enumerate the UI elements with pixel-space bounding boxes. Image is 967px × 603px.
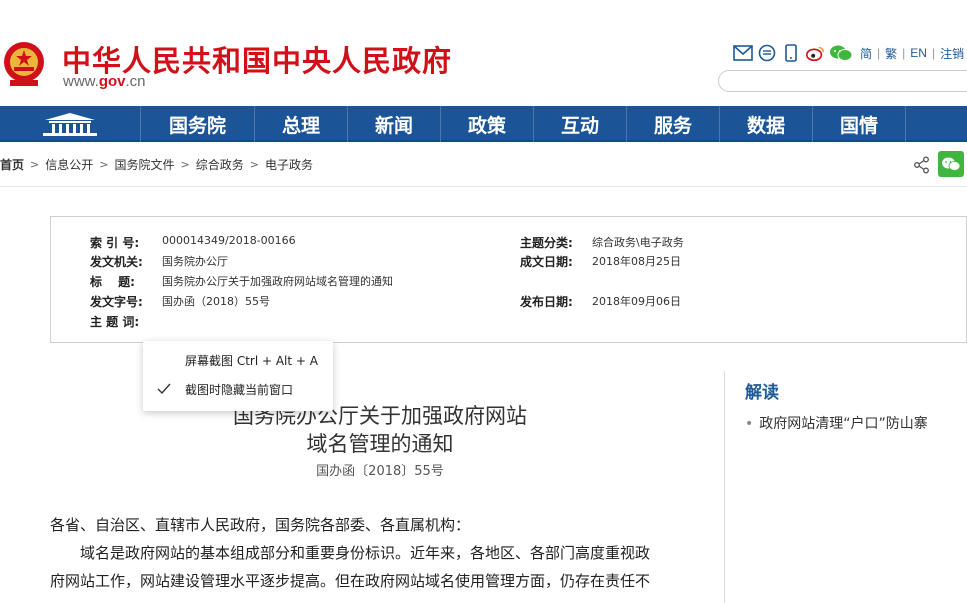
info-value-index: 000014349/2018-00166 (162, 234, 296, 247)
site-url: www.gov.cn (63, 73, 146, 90)
info-row-published: 发布日期: 2018年09月06日 (520, 293, 681, 310)
nav-national-info[interactable]: 国情 (813, 106, 906, 142)
chevron-right-icon: > (99, 158, 109, 171)
lang-traditional[interactable]: 繁 (885, 45, 897, 62)
chevron-right-icon: > (30, 158, 40, 171)
info-label-keywords: 主 题 词: (90, 315, 140, 329)
chat-icon[interactable] (757, 43, 777, 63)
info-label-published: 发布日期: (520, 295, 573, 309)
breadcrumb-home[interactable]: 首页 (0, 156, 24, 173)
info-row-title: 标 题: 国务院办公厅关于加强政府网站域名管理的通知 (90, 273, 393, 290)
menu-item-screenshot-label: 屏幕截图 Ctrl + Alt + A (185, 353, 318, 368)
info-label-issuer: 发文机关: (90, 255, 143, 269)
wechat-icon (942, 157, 961, 171)
site-header: 中华人民共和国中央人民政府 www.gov.cn 简 | 繁 | EN | 注销 (0, 0, 967, 106)
info-value-category: 综合政务\电子政务 (592, 236, 684, 249)
wechat-share-button[interactable] (938, 151, 964, 177)
wechat-icon[interactable] (829, 43, 853, 63)
header-tools: 简 | 繁 | EN | 注销 (733, 43, 964, 63)
info-value-created: 2018年08月25日 (592, 255, 681, 268)
interpretation-link-text: 政府网站清理“户口”防山寨 (759, 416, 928, 432)
mail-icon[interactable] (733, 43, 753, 63)
site-url-domain: gov (98, 73, 126, 90)
info-label-created: 成文日期: (520, 255, 573, 269)
info-label-docno: 发文字号: (90, 295, 143, 309)
nav-data[interactable]: 数据 (720, 106, 813, 142)
info-row-category: 主题分类: 综合政务\电子政务 (520, 234, 684, 251)
checkmark-icon (143, 383, 185, 395)
nav-services[interactable]: 服务 (627, 106, 720, 142)
lang-divider: | (902, 46, 906, 60)
mobile-icon[interactable] (781, 43, 801, 63)
breadcrumb-e-government[interactable]: 电子政务 (265, 156, 313, 173)
info-label-index: 索 引 号: (90, 236, 140, 250)
breadcrumb-general-affairs[interactable]: 综合政务 (196, 156, 244, 173)
article-greeting: 各省、自治区、直辖市人民政府，国务院各部委、各直属机构： (50, 516, 471, 534)
lang-english[interactable]: EN (910, 46, 927, 60)
info-row-docno: 发文字号: 国办函（2018）55号 (90, 293, 270, 310)
info-value-published: 2018年09月06日 (592, 295, 681, 308)
article-title-line2: 域名管理的通知 (306, 432, 454, 456)
bullet-icon: • (745, 416, 754, 432)
article-paragraph-line: 府网站工作，网站建设管理水平逐步提高。但在政府网站域名使用管理方面，仍存在责任不 (50, 572, 651, 590)
document-info-table: 索 引 号: 000014349/2018-00166 主题分类: 综合政务\电… (50, 216, 967, 343)
interpretation-link[interactable]: • 政府网站清理“户口”防山寨 (745, 413, 928, 433)
info-value-docno: 国办函（2018）55号 (162, 295, 270, 308)
info-label-category: 主题分类: (520, 236, 573, 250)
lang-divider: | (877, 46, 881, 60)
weibo-icon[interactable] (805, 43, 825, 63)
main-nav: 国务院 总理 新闻 政策 互动 服务 数据 国情 (0, 106, 967, 142)
menu-item-hide-window-label: 截图时隐藏当前窗口 (185, 382, 294, 397)
info-label-title: 标 题: (90, 275, 135, 289)
search-input[interactable] (718, 70, 967, 92)
interpretation-heading: 解读 (745, 383, 779, 403)
article-doc-number: 国办函〔2018〕55号 (316, 464, 444, 479)
menu-item-screenshot[interactable]: 屏幕截图 Ctrl + Alt + A (143, 346, 333, 374)
breadcrumb: 首页 > 信息公开 > 国务院文件 > 综合政务 > 电子政务 (0, 156, 313, 173)
article-paragraph-line: 域名是政府网站的基本组成部分和重要身份标识。近年来，各地区、各部门高度重视政 (50, 544, 651, 562)
share-icon[interactable] (913, 156, 931, 174)
site-url-suffix: .cn (125, 73, 146, 90)
nav-news[interactable]: 新闻 (348, 106, 441, 142)
info-row-index: 索 引 号: 000014349/2018-00166 (90, 234, 296, 251)
column-divider (724, 371, 725, 603)
lang-divider: | (931, 46, 936, 60)
chevron-right-icon: > (249, 158, 259, 171)
nav-home-building-icon[interactable] (0, 106, 141, 142)
info-row-keywords: 主 题 词: (90, 313, 162, 330)
nav-state-council[interactable]: 国务院 (141, 106, 255, 142)
logout-link[interactable]: 注销 (940, 45, 964, 62)
site-url-prefix: www. (63, 73, 99, 90)
screenshot-context-menu: 屏幕截图 Ctrl + Alt + A 截图时隐藏当前窗口 (143, 341, 333, 411)
breadcrumb-info-disclosure[interactable]: 信息公开 (45, 156, 93, 173)
nav-policy[interactable]: 政策 (441, 106, 534, 142)
nav-premier[interactable]: 总理 (255, 106, 348, 142)
info-value-issuer: 国务院办公厅 (162, 255, 228, 268)
national-emblem-icon[interactable] (2, 40, 46, 88)
breadcrumb-state-council-docs[interactable]: 国务院文件 (114, 156, 174, 173)
chevron-right-icon: > (180, 158, 190, 171)
info-row-created: 成文日期: 2018年08月25日 (520, 253, 681, 270)
info-value-title: 国务院办公厅关于加强政府网站域名管理的通知 (162, 275, 393, 288)
info-row-issuer: 发文机关: 国务院办公厅 (90, 253, 228, 270)
lang-simplified[interactable]: 简 (860, 45, 872, 62)
nav-interaction[interactable]: 互动 (534, 106, 627, 142)
menu-item-hide-window[interactable]: 截图时隐藏当前窗口 (143, 375, 333, 403)
